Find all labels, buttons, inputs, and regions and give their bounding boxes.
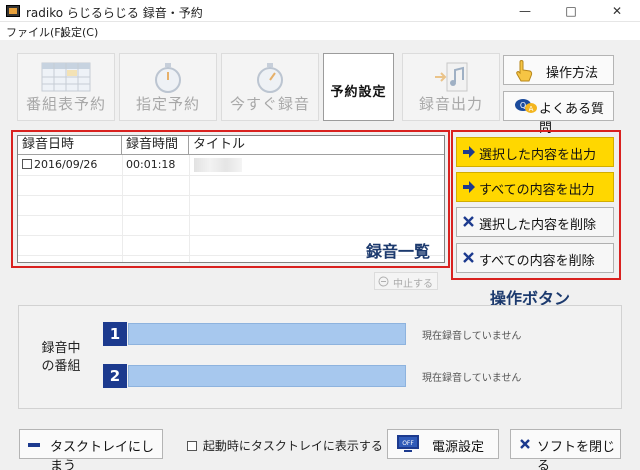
arrow-right-icon [463,146,475,158]
minimize-to-tray-label: タスクトレイにしまう [50,440,155,470]
minimize-button[interactable]: — [502,0,548,22]
menu-settings[interactable]: 設定(C) [60,24,98,40]
export-all-button[interactable]: すべての内容を出力 [456,172,614,202]
how-to-button[interactable]: 操作方法 [503,55,614,85]
monitor-off-icon: OFF [397,435,419,452]
stop-button[interactable]: 中止する [374,272,438,290]
slot-1-bar [128,323,406,345]
delete-all-button[interactable]: すべての内容を削除 [456,243,614,273]
radiko-app-icon [6,5,20,17]
menu-file[interactable]: ファイル(F) [6,24,65,40]
row-duration: 00:01:18 [126,158,176,171]
tray-on-start-label: 起動時にタスクトレイに表示する [202,439,383,453]
program-table-icon [41,62,91,92]
column-header-date[interactable]: 録音日時 [18,136,122,155]
now-recording-panel: 録音中 の番組 1 現在録音していません 2 現在録音していません [18,305,622,409]
maximize-button[interactable]: □ [548,0,594,22]
slot-1-status: 現在録音していません [422,331,522,342]
window-title: radiko らじるらじる 録音・予約 [26,6,203,20]
record-output-button[interactable]: 録音出力 [402,53,500,121]
export-selected-button[interactable]: 選択した内容を出力 [456,137,614,167]
slot-2-number: 2 [103,364,127,388]
now-recording-label: 録音中 の番組 [41,341,81,374]
reserve-settings-label: 予約設定 [330,85,387,100]
delete-selected-button[interactable]: 選択した内容を削除 [456,207,614,237]
close-icon [520,439,530,449]
close-icon [463,252,474,263]
column-header-title[interactable]: タイトル [189,136,444,155]
close-app-label: ソフトを閉じる [537,440,616,470]
export-selected-label: 選択した内容を出力 [479,148,597,163]
svg-text:A: A [529,105,534,113]
export-all-label: すべての内容を出力 [479,183,595,198]
delete-selected-label: 選択した内容を削除 [479,218,597,233]
row-date: 2016/09/26 [34,158,98,171]
svg-text:OFF: OFF [402,440,414,447]
close-app-button[interactable]: ソフトを閉じる [510,429,621,470]
record-now-button[interactable]: 今すぐ録音 [221,53,319,121]
table-row[interactable]: 2016/09/26 [22,158,97,171]
title-bar: radiko らじるらじる 録音・予約 — □ ✕ [0,0,640,22]
record-output-label: 録音出力 [418,95,483,113]
close-window-button[interactable]: ✕ [594,0,640,22]
slot-1-number: 1 [103,322,127,346]
recording-list-callout: 録音一覧 [366,242,431,261]
slot-2-bar [128,365,406,387]
tray-minimize-icon [28,443,40,447]
stopwatch-now-icon [257,63,283,93]
pointing-hand-icon [516,60,533,82]
arrow-right-icon [463,181,475,193]
row-checkbox[interactable] [22,159,32,169]
close-icon [463,216,474,227]
svg-text:Q: Q [520,101,526,110]
schedule-reserve-label: 番組表予約 [25,95,106,113]
specified-reserve-label: 指定予約 [135,95,200,113]
minimize-to-tray-button[interactable]: タスクトレイにしまう [19,429,163,470]
music-export-icon [435,62,468,92]
column-header-duration[interactable]: 録音時間 [122,136,189,155]
reserve-settings-button[interactable]: 予約設定 [323,53,394,121]
how-to-label: 操作方法 [546,66,599,81]
stop-label: 中止する [393,279,433,290]
tray-on-start-checkbox[interactable]: 起動時にタスクトレイに表示する [187,437,383,454]
row-title-redacted [194,158,242,172]
minus-circle-icon [378,276,389,287]
tray-on-start-box[interactable] [187,441,197,451]
power-settings-button[interactable]: OFF 電源設定 [387,429,499,459]
stopwatch-icon [155,63,181,93]
menu-bar: ファイル(F) 設定(C) [0,22,640,40]
faq-button[interactable]: Q A よくある質問 [503,91,614,136]
delete-all-label: すべての内容を削除 [479,254,595,269]
specified-reserve-button[interactable]: 指定予約 [119,53,217,121]
schedule-reserve-button[interactable]: 番組表予約 [17,53,115,121]
speech-bubbles-icon: Q A [515,99,537,113]
record-now-label: 今すぐ録音 [229,95,310,113]
slot-2-status: 現在録音していません [422,373,522,384]
power-settings-label: 電源設定 [432,440,485,455]
